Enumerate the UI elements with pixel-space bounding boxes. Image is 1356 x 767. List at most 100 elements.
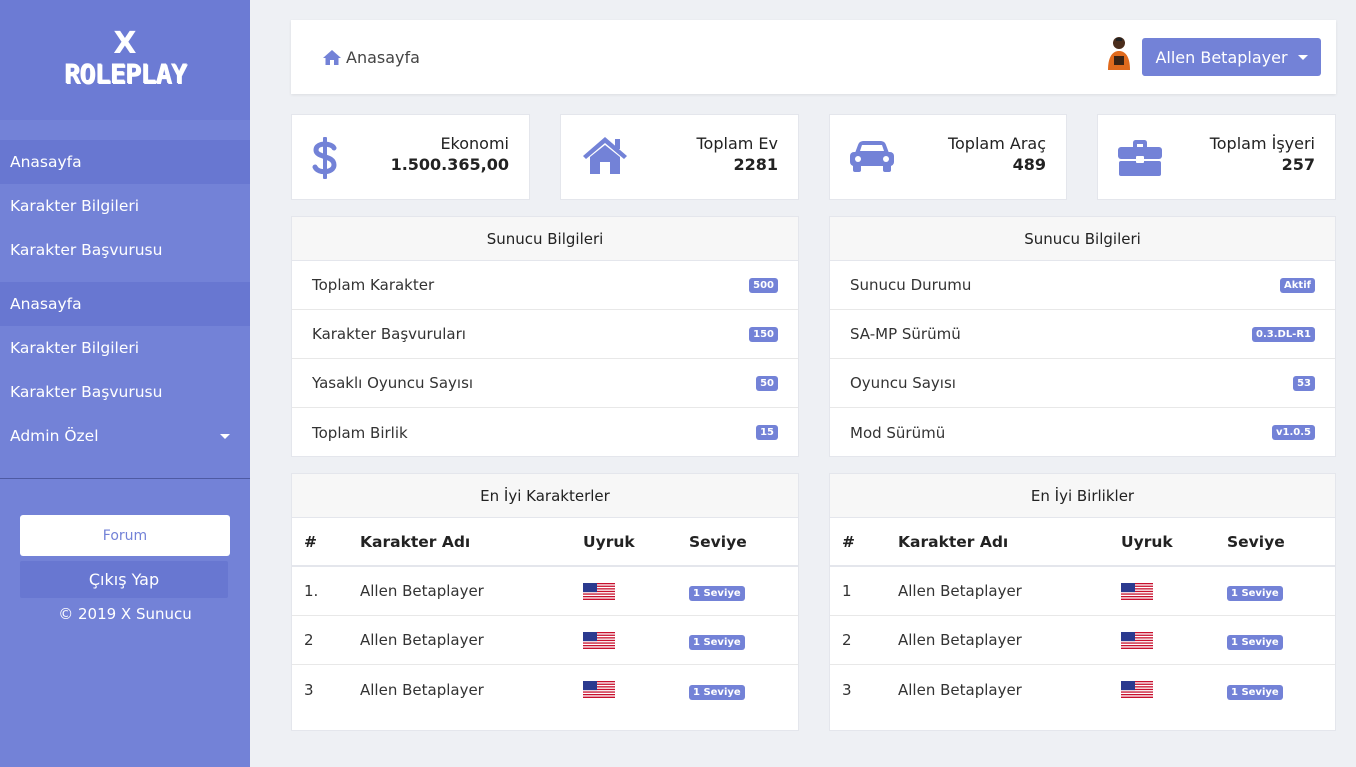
version-badge: v1.0.5 — [1272, 425, 1315, 440]
stat-card-ekonomi: Ekonomi 1.500.365,00 — [291, 114, 530, 200]
us-flag-icon — [1121, 681, 1153, 698]
breadcrumb[interactable]: Anasayfa — [322, 20, 420, 94]
count-badge: 15 — [756, 425, 778, 440]
sidebar-item-anasayfa[interactable]: Anasayfa — [0, 140, 250, 184]
dollar-icon — [312, 137, 337, 179]
top-groups-panel: En İyi Birlikler # Karakter Adı Uyruk Se… — [829, 473, 1336, 731]
nationality-cell — [571, 632, 677, 649]
nationality-cell — [1109, 583, 1215, 600]
stat-card-toplam-ev: Toplam Ev 2281 — [560, 114, 799, 200]
stat-label: Ekonomi — [440, 134, 509, 153]
logo-main-text: ROLEPLAY — [63, 59, 187, 90]
server-info-panel-left: Sunucu Bilgileri Toplam Karakter 500 Kara… — [291, 216, 799, 457]
sidebar-item-karakter-bilgileri[interactable]: Karakter Bilgileri — [0, 184, 250, 228]
forum-button[interactable]: Forum — [20, 515, 230, 556]
list-item-label: Mod Sürümü — [850, 423, 946, 442]
column-header[interactable]: Karakter Adı — [348, 533, 571, 551]
level-badge: 1 Seviye — [1227, 684, 1283, 700]
list-item-label: Toplam Karakter — [312, 276, 435, 294]
sidebar-item-label: Karakter Başvurusu — [10, 383, 163, 401]
list-item: Mod Sürümü v1.0.5 — [830, 408, 1335, 457]
avatar[interactable] — [1105, 34, 1133, 72]
column-header[interactable]: Uyruk — [1109, 533, 1215, 551]
list-item: Oyuncu Sayısı 53 — [830, 359, 1335, 408]
column-header[interactable]: Seviye — [677, 533, 798, 551]
logo-top-text: X — [113, 26, 137, 61]
sidebar-item-label: Karakter Başvurusu — [10, 241, 163, 259]
copyright-text: © 2019 X Sunucu — [58, 605, 192, 623]
sidebar-item-karakter-basvurusu[interactable]: Karakter Başvurusu — [0, 228, 250, 272]
rank-cell: 1. — [304, 582, 319, 600]
name-cell: Allen Betaplayer — [898, 631, 1022, 649]
level-badge: 1 Seviye — [689, 684, 745, 700]
list-item: Toplam Karakter 500 — [292, 261, 798, 310]
list-item-label: Yasaklı Oyuncu Sayısı — [312, 374, 474, 392]
home-icon — [583, 137, 627, 174]
top-header: Anasayfa Allen Betaplayer — [291, 20, 1336, 94]
us-flag-icon — [583, 632, 615, 649]
sidebar-item-karakter-basvurusu-2[interactable]: Karakter Başvurusu — [0, 370, 250, 414]
count-badge: 500 — [749, 277, 778, 293]
name-cell: Allen Betaplayer — [898, 582, 1022, 600]
level-badge: 1 Seviye — [1227, 586, 1283, 601]
status-badge: Aktif — [1280, 277, 1315, 293]
sidebar-item-label: Admin Özel — [10, 427, 99, 445]
table-row[interactable]: 3 Allen Betaplayer 1 Seviye — [292, 665, 798, 714]
chevron-down-icon — [1297, 54, 1308, 60]
level-cell: 1 Seviye — [677, 631, 798, 650]
level-badge: 1 Seviye — [689, 586, 745, 601]
list-item-label: Oyuncu Sayısı — [850, 374, 956, 392]
table-row[interactable]: 1. Allen Betaplayer 1 Seviye — [292, 567, 798, 616]
table-header: # Karakter Adı Uyruk Seviye — [292, 518, 798, 567]
panel-title: Sunucu Bilgileri — [830, 217, 1335, 261]
user-name: Allen Betaplayer — [1155, 47, 1288, 67]
count-badge: 150 — [749, 326, 778, 342]
stat-value: 1.500.365,00 — [390, 155, 509, 174]
chevron-down-icon — [220, 433, 230, 439]
sidebar: X ROLEPLAY Anasayfa Karakter Bilgileri K… — [0, 0, 250, 767]
sidebar-item-anasayfa-2[interactable]: Anasayfa — [0, 282, 250, 326]
sidebar-item-karakter-bilgileri-2[interactable]: Karakter Bilgileri — [0, 326, 250, 370]
table-row[interactable]: 2 Allen Betaplayer 1 Seviye — [830, 616, 1335, 665]
panel-title: En İyi Birlikler — [830, 474, 1335, 518]
count-badge: 50 — [756, 375, 778, 391]
stat-label: Toplam Ev — [696, 134, 779, 153]
list-item: Sunucu Durumu Aktif — [830, 261, 1335, 310]
level-cell: 1 Seviye — [1215, 631, 1335, 650]
sidebar-item-admin-ozel[interactable]: Admin Özel — [0, 414, 250, 458]
level-cell: 1 Seviye — [1215, 582, 1335, 601]
table-row[interactable]: 2 Allen Betaplayer 1 Seviye — [292, 616, 798, 665]
stat-card-toplam-arac: Toplam Araç 489 — [829, 114, 1067, 200]
table-row[interactable]: 1 Allen Betaplayer 1 Seviye — [830, 567, 1335, 616]
sidebar-item-label: Karakter Bilgileri — [10, 339, 140, 357]
stat-value: 2281 — [733, 155, 778, 174]
sidebar-item-label: Anasayfa — [10, 153, 82, 171]
nationality-cell — [1109, 681, 1215, 698]
version-badge: 0.3.DL-R1 — [1252, 326, 1315, 342]
column-header[interactable]: # — [292, 533, 348, 551]
name-cell: Allen Betaplayer — [898, 680, 1022, 699]
home-icon — [323, 49, 341, 65]
nationality-cell — [571, 583, 677, 600]
panel-title: En İyi Karakterler — [292, 474, 798, 518]
table-row[interactable]: 3 Allen Betaplayer 1 Seviye — [830, 665, 1335, 714]
car-icon — [850, 141, 894, 172]
column-header[interactable]: # — [830, 533, 886, 551]
user-menu-button[interactable]: Allen Betaplayer — [1142, 38, 1321, 76]
name-cell: Allen Betaplayer — [360, 680, 484, 699]
list-item: Toplam Birlik 15 — [292, 408, 798, 457]
stat-value: 257 — [1281, 155, 1315, 174]
column-header[interactable]: Karakter Adı — [886, 533, 1109, 551]
nationality-cell — [571, 681, 677, 698]
rank-cell: 1 — [842, 582, 852, 600]
logout-button[interactable]: Çıkış Yap — [20, 561, 228, 598]
column-header[interactable]: Uyruk — [571, 533, 677, 551]
rank-cell: 3 — [842, 680, 852, 699]
briefcase-icon — [1118, 140, 1162, 176]
logo[interactable]: X ROLEPLAY — [0, 0, 250, 120]
level-badge: 1 Seviye — [1227, 635, 1283, 650]
us-flag-icon — [583, 583, 615, 600]
column-header[interactable]: Seviye — [1215, 533, 1335, 551]
stat-card-toplam-isyeri: Toplam İşyeri 257 — [1097, 114, 1336, 200]
level-cell: 1 Seviye — [1215, 681, 1335, 700]
